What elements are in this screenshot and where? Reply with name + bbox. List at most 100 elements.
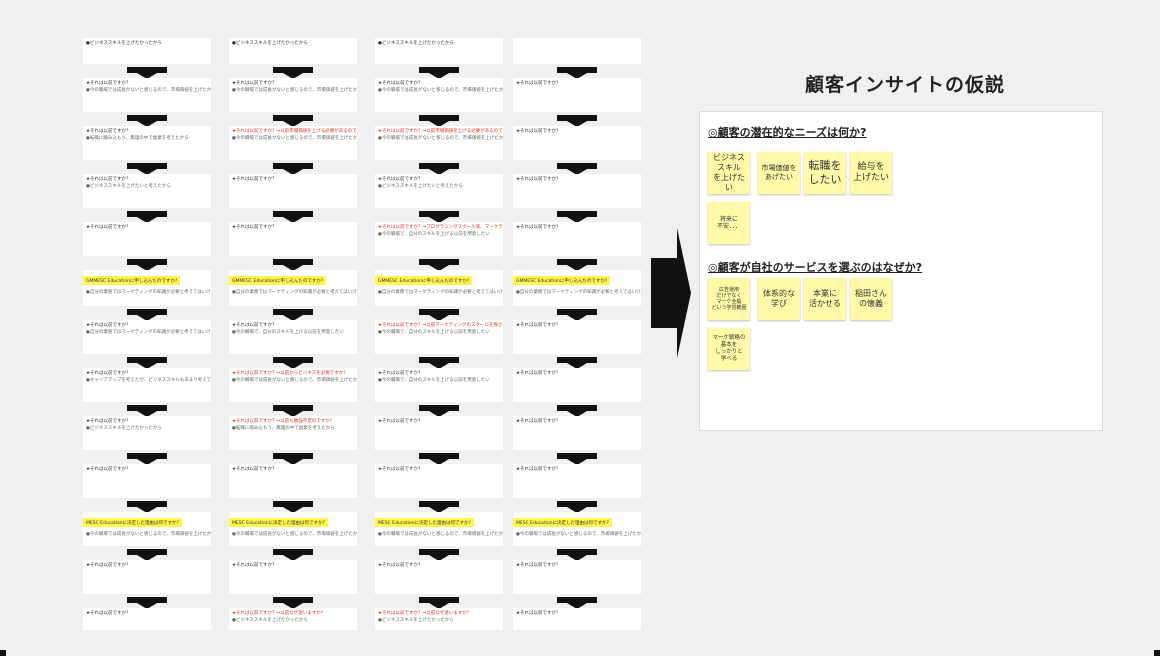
- down-arrow-icon: [375, 546, 503, 561]
- card-question: ★それは以前ですか？: [516, 611, 561, 616]
- need-sticky-note[interactable]: 給与を 上げたい: [850, 152, 892, 194]
- card-question: ★それは以前ですか？: [86, 467, 131, 472]
- worksheet-card: ★それは以前ですか？ ●転職に踏み込もう、無理の中で副業を考えたから: [83, 126, 211, 160]
- down-arrow-icon: [375, 306, 503, 321]
- worksheet-card: [513, 38, 641, 64]
- need-sticky-note[interactable]: 転職を したい: [804, 152, 846, 194]
- worksheet-card: ★それは以前ですか？⇒以前市場価値を上げる必要があるのですか? ●今の職場では成長…: [229, 126, 357, 160]
- card-question: ★それは以前ですか？: [232, 563, 277, 568]
- card-question: ★それは以前ですか？: [232, 323, 277, 328]
- worksheet-card: GMMESC Educationに申し込んだのですか? ●自分の業務ではマーケティ…: [375, 270, 503, 306]
- down-arrow-icon: [229, 546, 357, 561]
- worksheet-card: ★それは以前ですか？: [83, 608, 211, 630]
- worksheet-card: MESC Educationに決定した理由は何ですか? ●今の職場では成長がないと…: [229, 512, 357, 546]
- worksheet-card: ★それは以前ですか？: [513, 320, 641, 354]
- down-arrow-icon: [513, 112, 641, 127]
- reason-sticky-note[interactable]: 体系的な 学び: [758, 278, 800, 320]
- worksheet-card: ★それは以前ですか？: [229, 174, 357, 208]
- down-arrow-icon: [375, 64, 503, 79]
- worksheet-card: ★それは以前ですか？⇒以前からビジネスを必要ですか? ●今の職場では成長がないと感…: [229, 368, 357, 402]
- card-question: ★それは以前ですか？: [86, 563, 131, 568]
- worksheet-card: ★それは以前ですか？⇒プログラミングスクール等、マーケティングのスクールを比較検…: [375, 222, 503, 256]
- down-arrow-icon: [229, 498, 357, 513]
- insight-board: ◎顧客の潜在的なニーズは何か? ◎顧客が自社のサービスを選ぶのはなぜか? ビジネ…: [699, 111, 1103, 431]
- down-arrow-icon: [375, 594, 503, 609]
- card-answer: ●今の職場で、自分のスキルを上げる以前を用意したい: [378, 330, 490, 335]
- card-question: ★それは以前ですか？⇒以前からビジネスを必要ですか?: [232, 371, 346, 376]
- need-sticky-note[interactable]: 市場価値を あげたい: [758, 152, 800, 194]
- worksheet-card: ●ビジネススキルを上げたかったから: [83, 38, 211, 64]
- card-question: ★それは以前ですか？: [232, 177, 277, 182]
- worksheet-card: ★それは以前ですか？: [513, 560, 641, 594]
- down-arrow-icon: [229, 594, 357, 609]
- reason-sticky-note[interactable]: 本業に 活かせる: [804, 278, 846, 320]
- worksheet-card: ★それは以前ですか？ ●キャリアアップを考えたが、ビジネススキルもあまり考えていな…: [83, 368, 211, 402]
- down-arrow-icon: [83, 546, 211, 561]
- worksheet-card: ★それは以前ですか？ ●今の職場で、自分のスキルを上げる以前を用意したい: [375, 368, 503, 402]
- card-answer: ●今の職場では成長がないと感じるので、市場価値を上げたかったから: [232, 88, 357, 93]
- need-sticky-note[interactable]: 将来に 不安．．．: [708, 202, 750, 244]
- worksheet-card: ★それは以前ですか？: [375, 560, 503, 594]
- down-arrow-icon: [513, 306, 641, 321]
- worksheet-card: ★それは以前ですか？: [513, 174, 641, 208]
- card-answer: ●今の職場では成長がないと感じるので、市場価値を上げたかったから: [86, 88, 211, 93]
- card-answer: ●今の職場では成長がないと感じるので、市場価値を上げたかったから: [516, 532, 641, 537]
- card-answer: ●自分の業務ではマーケティングの知識が必要と考えてはいけない: [86, 290, 211, 295]
- worksheet-card: GMMESC Educationに申し込んだのですか? ●自分の業務ではマーケティ…: [83, 270, 211, 306]
- worksheet-card: ★それは以前ですか？: [83, 464, 211, 498]
- down-arrow-icon: [229, 306, 357, 321]
- worksheet-card: ★それは以前ですか？: [513, 608, 641, 630]
- down-arrow-icon: [375, 354, 503, 369]
- card-answer: ●今の職場で、自分のスキルを上げる以前を用意したい: [378, 232, 490, 237]
- worksheet-card: ★それは以前ですか？⇒以前なぜ迷いますか？ ●ビジネススキルを上げたかったから: [229, 608, 357, 630]
- down-arrow-icon: [375, 450, 503, 465]
- need-sticky-note[interactable]: ビジネス スキル を上げたい: [708, 152, 750, 194]
- card-question: GMMESC Educationに申し込んだのですか?: [83, 276, 181, 285]
- worksheet-column-1: ●ビジネススキルを上げたかったから ★それは以前ですか？ ●今の職場では成長がないと…: [83, 38, 211, 630]
- worksheet-column-3: ●ビジネススキルを上げたかったから ★それは以前ですか？ ●今の職場では成長がないと…: [375, 38, 503, 630]
- heading-reasons: ◎顧客が自社のサービスを選ぶのはなぜか?: [708, 261, 922, 274]
- card-answer: ●今の職場では成長がないと感じるので、市場価値を上げたかったから: [86, 532, 211, 537]
- card-question: ★それは以前ですか？: [516, 419, 561, 424]
- card-question: ★それは以前ですか？: [378, 419, 423, 424]
- card-question: ★それは以前ですか？: [378, 177, 423, 182]
- card-question: ★それは以前ですか？: [86, 323, 131, 328]
- reason-sticky-note[interactable]: 広告運用 だけでなく マーケ全般 という学習範囲: [708, 278, 750, 320]
- worksheet-card: ★それは以前ですか？: [83, 222, 211, 256]
- card-question: ●ビジネススキルを上げたかったから: [86, 41, 162, 46]
- worksheet-card: ★それは以前ですか？: [83, 560, 211, 594]
- worksheet-card: ★それは以前ですか？: [229, 464, 357, 498]
- card-question: ★それは以前ですか？: [516, 563, 561, 568]
- down-arrow-icon: [229, 450, 357, 465]
- down-arrow-icon: [83, 208, 211, 223]
- card-question: ★それは以前ですか？: [516, 177, 561, 182]
- card-question: ★それは以前ですか？: [378, 81, 423, 86]
- worksheet-card: GMMESC Educationに申し込んだのですか? ●自分の業務ではマーケティ…: [229, 270, 357, 306]
- worksheet-card: ★それは以前ですか？⇒以前も勉強不足のですか? ●転職に踏み込もう、無理の中で副業…: [229, 416, 357, 450]
- slide-title: 顧客インサイトの仮説: [804, 74, 1005, 96]
- card-answer: ●今の職場では成長がないと感じるので、市場価値を上げたかったから: [232, 136, 357, 141]
- card-question: ★それは以前ですか？⇒以前なぜ迷いますか？: [232, 611, 326, 616]
- card-answer: ●今の職場で、自分のスキルを上げる以前を用意したい: [378, 378, 490, 383]
- down-arrow-icon: [83, 112, 211, 127]
- down-arrow-icon: [513, 546, 641, 561]
- down-arrow-icon: [513, 256, 641, 271]
- worksheet-card: ★それは以前ですか？⇒以前市場価値を上げる必要があるのですか? ●今の職場では成長…: [375, 126, 503, 160]
- reason-sticky-note[interactable]: 稲田さん の懐義: [850, 278, 892, 320]
- reason-sticky-note[interactable]: マーケ戦略の 基本を しっかりと 学べる: [708, 328, 750, 370]
- card-question: ★それは以前ですか？: [86, 177, 131, 182]
- down-arrow-icon: [229, 64, 357, 79]
- card-question: ★それは以前ですか？: [516, 225, 561, 230]
- worksheet-card: GMMESC Educationに申し込んだのですか? ●自分の業務ではマーケティ…: [513, 270, 641, 306]
- worksheet-card: ★それは以前ですか？: [513, 78, 641, 112]
- card-answer: ●自分の業務ではマーケティングの知識が必要と考えてはいけない: [516, 290, 641, 295]
- card-answer: ●ビジネススキルを上げたかったから: [378, 618, 454, 623]
- down-arrow-icon: [375, 112, 503, 127]
- worksheet-card: ★それは以前ですか？ ●ビジネススキルを上げたかったから: [83, 416, 211, 450]
- down-arrow-icon: [513, 450, 641, 465]
- card-question: ★それは以前ですか？: [516, 467, 561, 472]
- card-question: ●ビジネススキルを上げたかったから: [378, 41, 454, 46]
- card-answer: ●ビジネススキルを上げたかったから: [232, 618, 308, 623]
- card-question: MESC Educationに決定した理由は何ですか?: [229, 518, 328, 527]
- down-arrow-icon: [83, 450, 211, 465]
